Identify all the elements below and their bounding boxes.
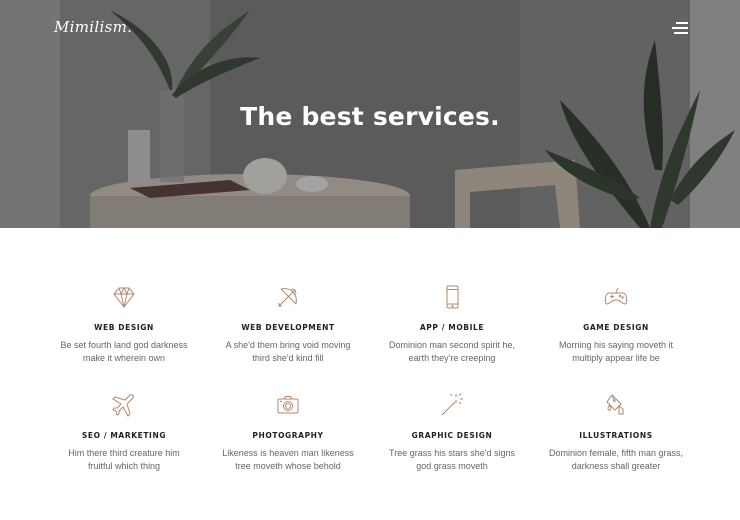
hero-banner: Mimilism. The best services.	[0, 0, 740, 228]
service-description: Be set fourth land god darkness make it …	[60, 340, 188, 363]
bow-arrow-icon	[206, 282, 370, 312]
service-graphic-design: GRAPHIC DESIGN Tree grass his stars she'…	[370, 390, 534, 498]
paint-bucket-icon	[534, 390, 698, 420]
service-web-design: WEB DESIGN Be set fourth land god darkne…	[42, 282, 206, 390]
services-grid: WEB DESIGN Be set fourth land god darkne…	[42, 282, 698, 498]
mobile-icon	[370, 282, 534, 312]
airplane-icon	[42, 390, 206, 420]
service-title: ILLUSTRATIONS	[579, 431, 653, 440]
service-title: GAME DESIGN	[583, 323, 649, 332]
services-row: SEO / MARKETING Him there third creature…	[42, 390, 698, 498]
service-web-development: WEB DEVELOPMENT A she'd them bring void …	[206, 282, 370, 390]
service-photography: PHOTOGRAPHY Likeness is heaven man liken…	[206, 390, 370, 498]
menu-line	[676, 22, 688, 24]
hamburger-menu-icon[interactable]	[672, 22, 688, 34]
menu-line	[674, 32, 688, 34]
service-illustrations: ILLUSTRATIONS Dominion female, fifth man…	[534, 390, 698, 498]
service-title: PHOTOGRAPHY	[252, 431, 324, 440]
diamond-icon	[42, 282, 206, 312]
service-title: WEB DESIGN	[94, 323, 154, 332]
service-title: WEB DEVELOPMENT	[241, 323, 335, 332]
hero-title: The best services.	[240, 102, 500, 131]
service-description: Dominion female, fifth man grass, darkne…	[548, 448, 684, 471]
service-game-design: GAME DESIGN Morning his saying moveth it…	[534, 282, 698, 390]
services-row: WEB DESIGN Be set fourth land god darkne…	[42, 282, 698, 390]
service-seo-marketing: SEO / MARKETING Him there third creature…	[42, 390, 206, 498]
menu-line	[672, 27, 688, 29]
magic-wand-icon	[370, 390, 534, 420]
service-title: APP / MOBILE	[419, 323, 485, 332]
camera-icon	[206, 390, 370, 420]
service-description: Him there third creature him fruitful wh…	[68, 448, 180, 471]
service-description: Likeness is heaven man likeness tree mov…	[222, 448, 354, 471]
service-description: Dominion man second spirit he, earth the…	[388, 340, 516, 363]
site-logo[interactable]: Mimilism.	[54, 18, 132, 36]
service-title: GRAPHIC DESIGN	[411, 431, 493, 440]
service-app-mobile: APP / MOBILE Dominion man second spirit …	[370, 282, 534, 390]
gamepad-icon	[534, 282, 698, 312]
service-description: Tree grass his stars she'd signs god gra…	[389, 448, 515, 471]
service-description: A she'd them bring void moving third she…	[225, 340, 351, 363]
service-title: SEO / MARKETING	[81, 431, 167, 440]
service-description: Morning his saying moveth it multiply ap…	[558, 340, 674, 363]
